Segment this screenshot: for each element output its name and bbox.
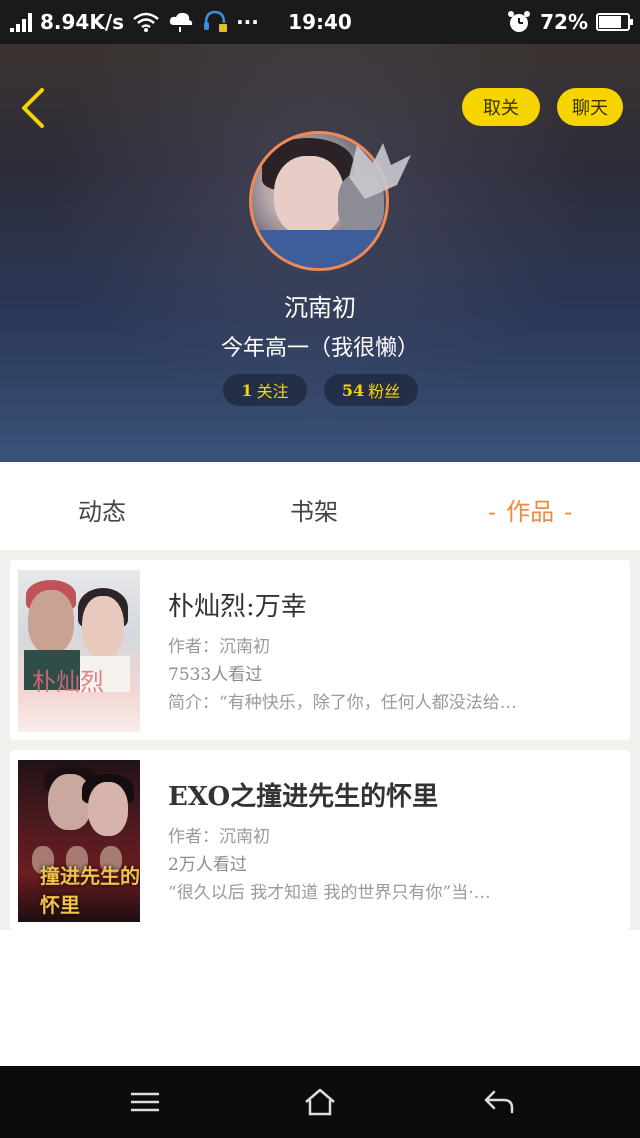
headset-icon [204, 10, 228, 32]
menu-icon[interactable] [127, 1086, 163, 1118]
battery-icon [596, 13, 633, 31]
work-views: 7533人看过 [168, 665, 263, 685]
cloud-icon [169, 12, 193, 32]
system-nav-bar [0, 1066, 640, 1138]
battery-percent: 72% [540, 10, 588, 34]
profile-tabs: 动态 书架 - 作品 - [0, 462, 640, 550]
works-list: 朴灿烈 朴灿烈:万幸 作者：沉南初 7533人看过 简介：“有种快乐，除了你，任… [0, 550, 640, 930]
tab-works[interactable]: - 作品 - [478, 492, 582, 527]
following-stat[interactable]: 1 关注 [223, 374, 307, 406]
wifi-icon [133, 12, 159, 32]
list-item[interactable]: 撞进先生的怀里 EXO之撞进先生的怀里 作者：沉南初 2万人看过 “很久以后 我… [10, 750, 630, 930]
cover-text: 朴灿烈 [32, 668, 104, 696]
fans-stat[interactable]: 54 粉丝 [324, 374, 418, 406]
status-bar-left: 8.94K/s ··· [10, 9, 259, 35]
work-author: 作者：沉南初 [168, 637, 270, 657]
status-bar-right: 72% [506, 9, 633, 35]
username: 沉南初 [284, 294, 356, 322]
work-title[interactable]: 朴灿烈:万幸 [168, 586, 307, 623]
tab-bookshelf[interactable]: 书架 [290, 492, 338, 527]
work-title[interactable]: EXO之撞进先生的怀里 [168, 776, 438, 813]
crown-icon [349, 143, 411, 199]
profile-header: 取关 聊天 沉南初 今年高一（我很懒） 1 关注 54 粉丝 [0, 44, 640, 462]
cover-text: 撞进先生的怀里 [40, 864, 140, 917]
work-intro: 简介：“有种快乐，除了你，任何人都没法给… [168, 693, 517, 713]
home-icon[interactable] [302, 1086, 338, 1118]
tab-works-dash-left: - [488, 498, 497, 526]
list-item[interactable]: 朴灿烈 朴灿烈:万幸 作者：沉南初 7533人看过 简介：“有种快乐，除了你，任… [10, 560, 630, 740]
network-speed: 8.94K/s [40, 10, 125, 34]
tab-works-dash-right: - [564, 498, 573, 526]
tab-works-label: 作品 [506, 498, 555, 526]
status-bar: 8.94K/s ··· 19:40 72% [0, 0, 640, 44]
unfollow-button[interactable]: 取关 [462, 88, 540, 126]
work-intro: “很久以后 我才知道 我的世界只有你”当·… [168, 883, 491, 903]
chevron-left-icon[interactable] [18, 86, 48, 130]
back-arrow-icon[interactable] [480, 1086, 516, 1118]
book-cover[interactable]: 撞进先生的怀里 [18, 760, 140, 922]
work-author: 作者：沉南初 [168, 827, 270, 847]
book-cover[interactable]: 朴灿烈 [18, 570, 140, 732]
work-views: 2万人看过 [168, 855, 247, 875]
status-dots: ··· [236, 10, 259, 34]
alarm-icon [508, 11, 531, 32]
fans-count: 54 [341, 380, 365, 400]
following-label: 关注 [256, 382, 289, 401]
tab-dynamic[interactable]: 动态 [78, 492, 126, 527]
battery-fill [599, 16, 621, 28]
fans-label: 粉丝 [368, 382, 401, 401]
following-count: 1 [241, 380, 253, 400]
chat-button[interactable]: 聊天 [557, 88, 623, 126]
signal-icon [10, 12, 32, 32]
user-bio: 今年高一（我很懒） [220, 336, 419, 361]
